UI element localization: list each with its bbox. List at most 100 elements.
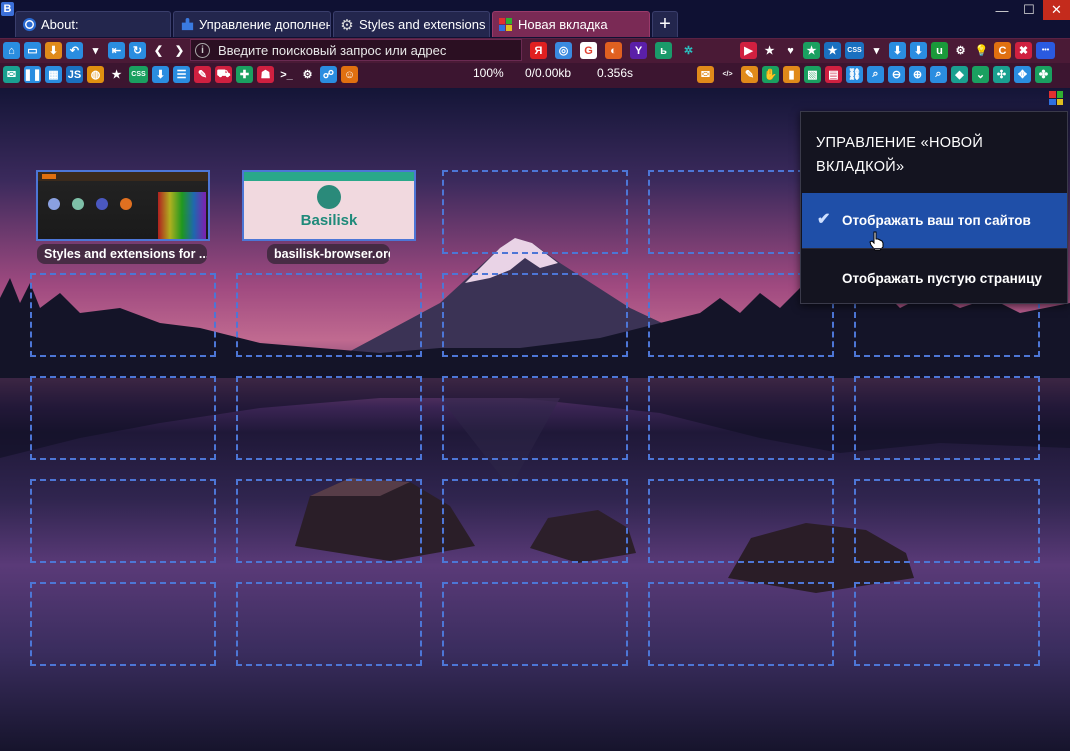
minimize-button[interactable]: — [990, 0, 1014, 20]
forward-icon[interactable]: ❯ [171, 42, 188, 59]
game-icon[interactable]: ✚ [236, 66, 253, 83]
address-input[interactable] [218, 42, 508, 58]
speed-dial-empty-slot[interactable] [236, 273, 422, 357]
dropdown-icon[interactable]: ▾ [87, 42, 104, 59]
network-icon[interactable]: ☍ [320, 66, 337, 83]
wrench-icon[interactable]: ✖ [1015, 42, 1032, 59]
speed-dial-empty-slot[interactable] [30, 582, 216, 666]
more-icon[interactable]: ••• [1036, 42, 1055, 59]
down-arrow-icon[interactable]: ⬇ [152, 66, 169, 83]
js-icon[interactable]: JS [66, 66, 83, 83]
ublock-icon[interactable]: u [931, 42, 948, 59]
download-icon[interactable]: ⬇ [45, 42, 62, 59]
tab-addons[interactable]: Управление дополнениями [173, 11, 331, 37]
speed-dial-tile[interactable]: Basilisk [242, 170, 416, 241]
speed-dial-empty-slot[interactable] [442, 479, 628, 563]
mail-icon[interactable]: ✉ [3, 66, 20, 83]
speed-dial-empty-slot[interactable] [442, 170, 628, 254]
save-icon[interactable]: ⬇ [889, 42, 906, 59]
yandex-icon[interactable]: Я [530, 42, 547, 59]
bulb-icon[interactable]: 💡 [973, 42, 990, 59]
zoom-icon[interactable]: ⌕ [930, 66, 947, 83]
gear2-icon[interactable]: ⚙ [299, 66, 316, 83]
speed-dial-tile[interactable] [36, 170, 210, 241]
menu-item-show-blank-page[interactable]: Отображать пустую страницу [802, 251, 1067, 306]
pause-icon[interactable]: ❚❚ [23, 66, 42, 83]
maximize-button[interactable]: ☐ [1017, 0, 1041, 20]
chevron-icon[interactable]: ⌄ [972, 66, 989, 83]
tools-icon[interactable]: ✲ [680, 42, 697, 59]
speed-dial-empty-slot[interactable] [442, 582, 628, 666]
save2-icon[interactable]: ⬇ [910, 42, 927, 59]
duckduckgo-icon[interactable]: ◐ [605, 42, 622, 59]
google-icon[interactable]: G [580, 42, 597, 59]
info-icon[interactable]: i [195, 42, 210, 58]
tab-new-tab[interactable]: Новая вкладка [492, 11, 650, 37]
tab-styles[interactable]: ⚙ Styles and extensions for [333, 11, 490, 37]
speed-dial-empty-slot[interactable] [648, 582, 834, 666]
first-icon[interactable]: ⇤ [108, 42, 125, 59]
speed-dial-empty-slot[interactable] [854, 376, 1040, 460]
link-icon[interactable]: ⛓ [846, 66, 863, 83]
undo-icon[interactable]: ↶ [66, 42, 83, 59]
speed-dial-empty-slot[interactable] [854, 582, 1040, 666]
image-icon[interactable]: ▦ [45, 66, 62, 83]
close-button[interactable]: ✕ [1043, 0, 1070, 20]
speed-dial-empty-slot[interactable] [236, 376, 422, 460]
new-tab-button[interactable]: + [652, 11, 678, 37]
zoom-out-icon[interactable]: ⊖ [888, 66, 905, 83]
address-bar[interactable]: i [190, 39, 522, 61]
list-icon[interactable]: ☰ [173, 66, 190, 83]
star-green-icon[interactable]: ★ [803, 42, 820, 59]
home-icon[interactable]: ⌂ [3, 42, 20, 59]
app-menu-button[interactable]: B [1, 2, 14, 16]
reload-icon[interactable]: ↻ [129, 42, 146, 59]
chart-icon[interactable]: ▧ [804, 66, 821, 83]
tiles-menu-icon[interactable] [1049, 91, 1063, 105]
puzzle2-icon[interactable]: ✤ [1035, 66, 1052, 83]
star-icon[interactable]: ★ [761, 42, 778, 59]
back-icon[interactable]: ❮ [150, 42, 167, 59]
speed-dial-empty-slot[interactable] [236, 479, 422, 563]
search-icon[interactable]: ⌕ [867, 66, 884, 83]
settings-icon[interactable]: ⚙ [952, 42, 969, 59]
css2-icon[interactable]: CSS [129, 66, 148, 83]
zoom-in-icon[interactable]: ⊕ [909, 66, 926, 83]
code-icon[interactable]: </> [718, 66, 737, 83]
car-icon[interactable]: ⛟ [215, 66, 232, 83]
speed-dial-empty-slot[interactable] [854, 479, 1040, 563]
ring-icon[interactable]: ◍ [87, 66, 104, 83]
dropdown2-icon[interactable]: ▾ [868, 42, 885, 59]
paint-icon[interactable]: ✋ [762, 66, 779, 83]
speed-dial-empty-slot[interactable] [442, 376, 628, 460]
collapse-icon[interactable]: ✥ [1014, 66, 1031, 83]
speed-dial-empty-slot[interactable] [442, 273, 628, 357]
speed-dial-empty-slot[interactable] [648, 479, 834, 563]
speed-dial-empty-slot[interactable] [30, 376, 216, 460]
speed-dial-empty-slot[interactable] [30, 479, 216, 563]
expand-icon[interactable]: ✣ [993, 66, 1010, 83]
speed-dial-empty-slot[interactable] [648, 376, 834, 460]
star2-icon[interactable]: ★ [108, 66, 125, 83]
web-icon[interactable]: ◎ [555, 42, 572, 59]
calendar-icon[interactable]: ▤ [825, 66, 842, 83]
speed-dial-empty-slot[interactable] [236, 582, 422, 666]
robot-icon[interactable]: ☗ [257, 66, 274, 83]
bing-icon[interactable]: ь [655, 42, 672, 59]
envelope-icon[interactable]: ✉ [697, 66, 714, 83]
css-icon[interactable]: CSS [845, 42, 864, 59]
yahoo-icon[interactable]: Y [630, 42, 647, 59]
bookmark-icon[interactable]: ▮ [783, 66, 800, 83]
shape-icon[interactable]: ◆ [951, 66, 968, 83]
heart-icon[interactable]: ♥ [782, 42, 799, 59]
edit-icon[interactable]: ✎ [741, 66, 758, 83]
speed-dial-empty-slot[interactable] [30, 273, 216, 357]
user-icon[interactable]: ☺ [341, 66, 358, 83]
terminal-icon[interactable]: >_ [278, 66, 295, 83]
youtube-icon[interactable]: ▶ [740, 42, 757, 59]
pencil-icon[interactable]: ✎ [194, 66, 211, 83]
drive-icon[interactable]: ▭ [24, 42, 41, 59]
menu-item-show-top-sites[interactable]: ✔ Отображать ваш топ сайтов [802, 193, 1067, 251]
refresh-orange-icon[interactable]: C [994, 42, 1011, 59]
star-blue-icon[interactable]: ★ [824, 42, 841, 59]
